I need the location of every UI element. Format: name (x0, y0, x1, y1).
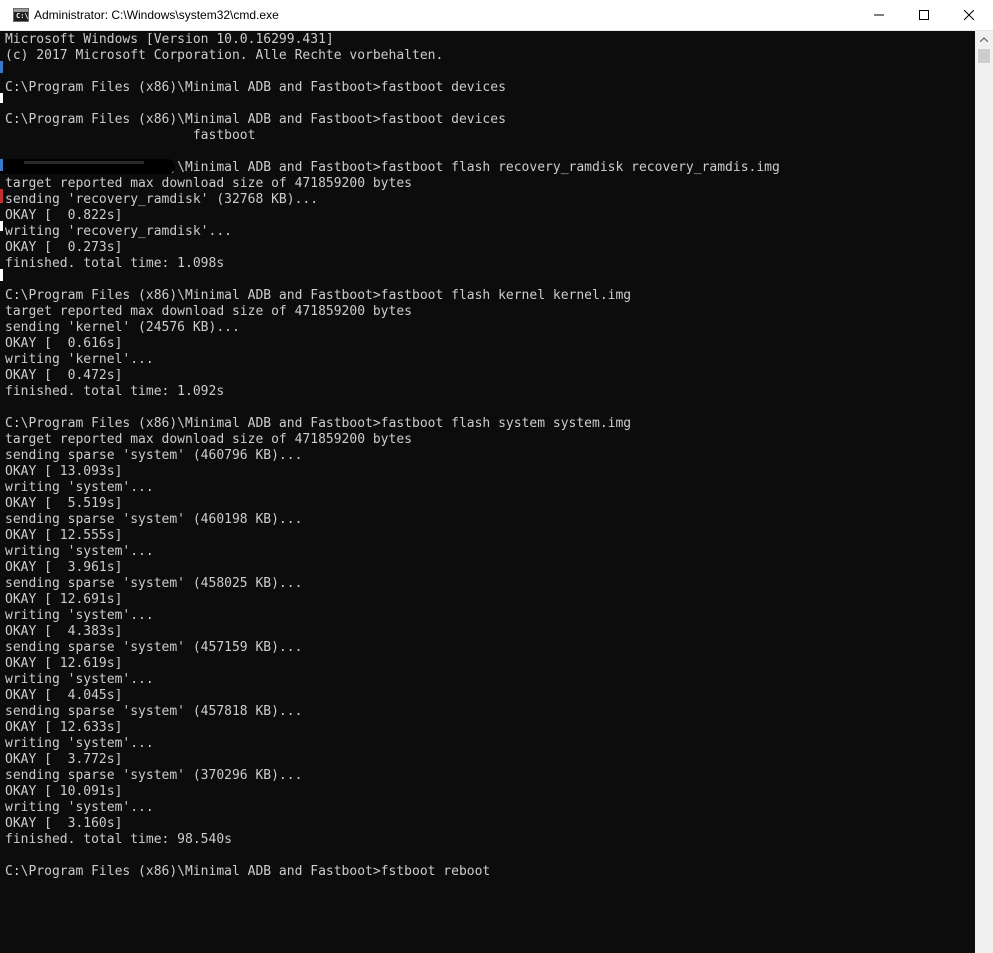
console-line: OKAY [ 0.616s] (5, 336, 123, 351)
close-button[interactable] (946, 0, 992, 30)
console-line: OKAY [ 3.961s] (5, 560, 123, 575)
cmd-window: C:\ Administrator: C:\Windows\system32\c… (0, 0, 993, 953)
console-line: OKAY [ 5.519s] (5, 496, 123, 511)
console-line: (c) 2017 Microsoft Corporation. Alle Rec… (5, 48, 444, 63)
console-line: sending sparse 'system' (457818 KB)... (5, 704, 303, 719)
console-line: target reported max download size of 471… (5, 176, 412, 191)
console-line: Microsoft Windows [Version 10.0.16299.43… (5, 32, 334, 47)
console-line: writing 'system'... (5, 544, 154, 559)
console-line: fastboot (5, 128, 256, 143)
chevron-up-icon (980, 37, 988, 42)
console-line: OKAY [ 0.273s] (5, 240, 123, 255)
redacted-device-serial (0, 159, 175, 174)
edge-mark (0, 221, 3, 231)
background-window-edge (0, 31, 4, 281)
minimize-button[interactable] (856, 0, 902, 30)
scroll-up-button[interactable] (975, 31, 993, 48)
edge-mark (0, 269, 3, 281)
console-line: C:\Program Files (x86)\Minimal ADB and F… (5, 112, 506, 127)
console-line: sending sparse 'system' (460198 KB)... (5, 512, 303, 527)
console-line: finished. total time: 1.098s (5, 256, 225, 271)
console-line: OKAY [ 3.160s] (5, 816, 123, 831)
console-line: finished. total time: 1.092s (5, 384, 225, 399)
console-line: target reported max download size of 471… (5, 432, 412, 447)
console-line: OKAY [ 12.691s] (5, 592, 123, 607)
console-line: writing 'system'... (5, 480, 154, 495)
console-line: C:\Program Files (x86)\Minimal ADB and F… (5, 80, 506, 95)
edge-mark (0, 189, 3, 203)
minimize-icon (874, 14, 884, 16)
console-line: OKAY [ 12.555s] (5, 528, 123, 543)
console-line: sending 'recovery_ramdisk' (32768 KB)... (5, 192, 319, 207)
cmd-app-icon-glyph: C:\ (16, 12, 29, 20)
console-line: writing 'system'... (5, 736, 154, 751)
vertical-scrollbar[interactable] (975, 31, 993, 953)
console-line: OKAY [ 4.045s] (5, 688, 123, 703)
console-line: sending sparse 'system' (370296 KB)... (5, 768, 303, 783)
maximize-icon (919, 10, 929, 20)
edge-mark (0, 61, 3, 73)
maximize-button[interactable] (901, 0, 947, 30)
console-line: writing 'kernel'... (5, 352, 154, 367)
console-line: OKAY [ 13.093s] (5, 464, 123, 479)
console-line: target reported max download size of 471… (5, 304, 412, 319)
console-line: OKAY [ 0.472s] (5, 368, 123, 383)
console-line: OKAY [ 12.619s] (5, 656, 123, 671)
console-line: sending sparse 'system' (460796 KB)... (5, 448, 303, 463)
title-bar[interactable]: C:\ Administrator: C:\Windows\system32\c… (0, 0, 993, 31)
console-line: sending 'kernel' (24576 KB)... (5, 320, 240, 335)
console-line: OKAY [ 3.772s] (5, 752, 123, 767)
close-icon (964, 10, 974, 20)
console-line: OKAY [ 4.383s] (5, 624, 123, 639)
console-output[interactable]: Microsoft Windows [Version 10.0.16299.43… (0, 31, 975, 953)
console-line: OKAY [ 10.091s] (5, 784, 123, 799)
console-line: C:\Program Files (x86)\Minimal ADB and F… (5, 288, 632, 303)
console-line: C:\Program Files (x86)\Minimal ADB and F… (5, 416, 632, 431)
scroll-thumb[interactable] (978, 49, 990, 63)
console-line: writing 'recovery_ramdisk'... (5, 224, 232, 239)
console-line: OKAY [ 0.822s] (5, 208, 123, 223)
console-line: sending sparse 'system' (457159 KB)... (5, 640, 303, 655)
console-line: C:\Program Files (x86)\Minimal ADB and F… (5, 864, 491, 879)
console-line: OKAY [ 12.633s] (5, 720, 123, 735)
edge-mark (0, 93, 3, 103)
console-line: writing 'system'... (5, 608, 154, 623)
edge-mark (0, 159, 3, 171)
console-line: finished. total time: 98.540s (5, 832, 232, 847)
console-line: sending sparse 'system' (458025 KB)... (5, 576, 303, 591)
console-line: writing 'system'... (5, 800, 154, 815)
window-title: Administrator: C:\Windows\system32\cmd.e… (34, 8, 279, 22)
cmd-app-icon[interactable]: C:\ (13, 8, 29, 22)
console-line: writing 'system'... (5, 672, 154, 687)
